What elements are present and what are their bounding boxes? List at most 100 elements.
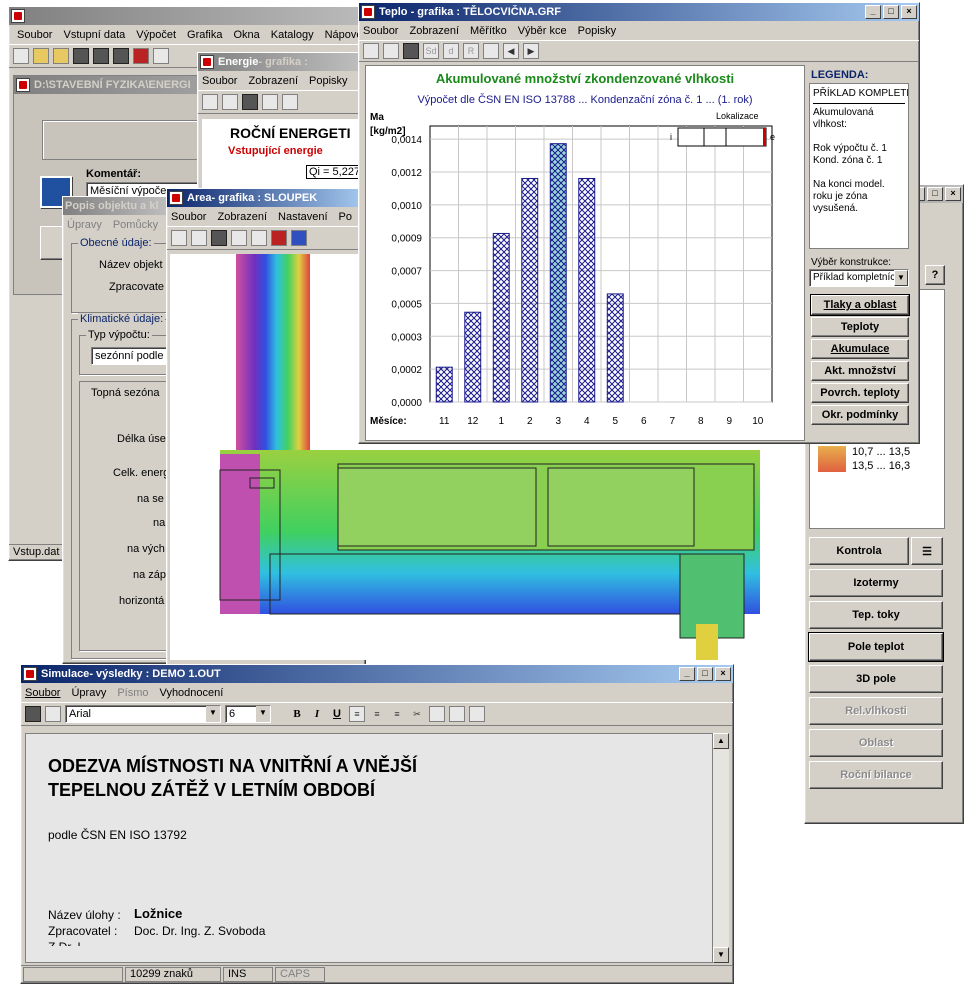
menu-soubor[interactable]: Soubor [25, 687, 60, 699]
doc-scrollbar[interactable]: ▲ ▼ [713, 733, 729, 963]
copy-icon[interactable] [363, 43, 379, 59]
new-file-icon[interactable] [13, 48, 29, 64]
kontrola-button[interactable]: Kontrola [809, 537, 909, 565]
rel-vlhkosti-button[interactable]: Rel.vlhkosti [809, 697, 943, 725]
gj-icon[interactable] [262, 94, 278, 110]
copy-icon[interactable] [429, 706, 445, 722]
save-icon[interactable] [242, 94, 258, 110]
energie-titlebar[interactable]: Energie - grafika : [198, 53, 366, 71]
menu-grafika[interactable]: Grafika [187, 29, 222, 41]
menu-nastaveni[interactable]: Nastavení [278, 211, 328, 223]
menu-popisky[interactable]: Popisky [578, 25, 617, 37]
close-button[interactable]: × [901, 5, 917, 19]
document-area[interactable]: ODEZVA MÍSTNOSTI NA VNITŘNÍ A VNĚJŠÍ TEP… [25, 733, 713, 963]
okr-podminky-button[interactable]: Okr. podmínky [811, 405, 909, 425]
menu-pismo[interactable]: Písmo [117, 687, 148, 699]
maximize-button[interactable]: □ [883, 5, 899, 19]
tlaky-button[interactable]: Tlaky a oblast [810, 294, 910, 316]
oblast-button[interactable]: Oblast [809, 729, 943, 757]
maximize-button[interactable]: □ [927, 187, 943, 201]
font-select[interactable]: Arial ▼ [65, 705, 221, 723]
menu-meritko[interactable]: Měřítko [470, 25, 507, 37]
menu-soubor[interactable]: Soubor [363, 25, 398, 37]
cut-icon[interactable]: ✂ [409, 706, 425, 722]
teploty-button[interactable]: Teploty [811, 317, 909, 337]
menu-upravy[interactable]: Úpravy [67, 219, 102, 231]
next-icon[interactable]: ▶ [523, 43, 539, 59]
tool-icon-4[interactable] [133, 48, 149, 64]
close-button[interactable]: × [945, 187, 961, 201]
sd-icon[interactable]: Sd [423, 43, 439, 59]
menu-vyhodnoceni[interactable]: Vyhodnocení [160, 687, 224, 699]
menu-vyber-kce[interactable]: Výběr kce [518, 25, 567, 37]
simulace-titlebar[interactable]: Simulace - výsledky : DEMO 1.OUT _ □ × [21, 665, 733, 683]
align-left-icon[interactable]: ≡ [349, 706, 365, 722]
akumulace-button[interactable]: Akumulace [811, 339, 909, 359]
menu-vstupni-data[interactable]: Vstupní data [63, 29, 125, 41]
area-titlebar[interactable]: Area - grafika : SLOUPEK [167, 189, 365, 207]
akt-mnozstvi-button[interactable]: Akt. množství [811, 361, 909, 381]
tool-icon-2[interactable] [93, 48, 109, 64]
close-button[interactable]: × [715, 667, 731, 681]
menu-katalogy[interactable]: Katalogy [271, 29, 314, 41]
bold-icon[interactable]: B [289, 708, 305, 720]
open-folder-icon-2[interactable] [53, 48, 69, 64]
maximize-button[interactable]: □ [697, 667, 713, 681]
arrows-up-icon-2[interactable] [251, 230, 267, 246]
scroll-down-icon[interactable]: ▼ [713, 947, 729, 963]
structure-icon[interactable] [483, 43, 499, 59]
menu-popisky[interactable]: Popisky [309, 75, 348, 87]
tool-icon-1[interactable] [73, 48, 89, 64]
menu-okna[interactable]: Okna [233, 29, 259, 41]
tool-icon-3[interactable] [113, 48, 129, 64]
grid-icon[interactable] [291, 230, 307, 246]
menu-po[interactable]: Po [339, 211, 352, 223]
copy-icon[interactable] [171, 230, 187, 246]
save-icon[interactable] [211, 230, 227, 246]
menu-zobrazeni[interactable]: Zobrazení [217, 211, 267, 223]
menu-napoveda[interactable]: Nápově [325, 29, 363, 41]
help-button[interactable]: ? [925, 265, 945, 285]
menu-soubor[interactable]: Soubor [171, 211, 206, 223]
open-folder-icon[interactable] [33, 48, 49, 64]
popis-titlebar[interactable]: Popis objektu a kl [63, 197, 171, 215]
save-icon[interactable] [25, 706, 41, 722]
menu-zobrazeni[interactable]: Zobrazení [409, 25, 459, 37]
print-icon[interactable] [222, 94, 238, 110]
tep-toky-button[interactable]: Tep. toky [809, 601, 943, 629]
menu-pomucky[interactable]: Pomůcky [113, 219, 158, 231]
print-icon[interactable] [383, 43, 399, 59]
menu-soubor[interactable]: Soubor [17, 29, 52, 41]
print-icon[interactable] [45, 706, 61, 722]
menu-vypocet[interactable]: Výpočet [136, 29, 176, 41]
d-icon[interactable]: d [443, 43, 459, 59]
r-icon[interactable]: R [463, 43, 479, 59]
font-dropdown-icon[interactable]: ▼ [206, 706, 220, 722]
size-select[interactable]: 6 ▼ [225, 705, 271, 723]
print-icon[interactable] [191, 230, 207, 246]
size-dropdown-icon[interactable]: ▼ [256, 706, 270, 722]
arrows-up-icon[interactable] [231, 230, 247, 246]
scroll-up-icon[interactable]: ▲ [713, 733, 729, 749]
tool-icon-5[interactable] [153, 48, 169, 64]
menu-soubor[interactable]: Soubor [202, 75, 237, 87]
izotermy-button[interactable]: Izotermy [809, 569, 943, 597]
copy-icon[interactable] [202, 94, 218, 110]
rocni-bilance-button[interactable]: Roční bilance [809, 761, 943, 789]
paste-icon[interactable] [449, 706, 465, 722]
minimize-button[interactable]: _ [865, 5, 881, 19]
3d-pole-button[interactable]: 3D pole [809, 665, 943, 693]
teplo-titlebar[interactable]: Teplo - grafika : TĚLOCVIČNA.GRF _ □ × [359, 3, 919, 21]
align-right-icon[interactable]: ≡ [389, 706, 405, 722]
list-icon[interactable]: ☰ [911, 537, 943, 565]
italic-icon[interactable]: I [309, 708, 325, 720]
menu-upravy[interactable]: Úpravy [71, 687, 106, 699]
povrch-teploty-button[interactable]: Povrch. teploty [811, 383, 909, 403]
prev-icon[interactable]: ◀ [503, 43, 519, 59]
dropdown-arrow-icon[interactable]: ▼ [894, 270, 908, 286]
red-tool-icon[interactable] [271, 230, 287, 246]
underline-icon[interactable]: U [329, 708, 345, 720]
minimize-button[interactable]: _ [679, 667, 695, 681]
main-titlebar[interactable] [9, 7, 399, 25]
menu-zobrazeni[interactable]: Zobrazení [248, 75, 298, 87]
